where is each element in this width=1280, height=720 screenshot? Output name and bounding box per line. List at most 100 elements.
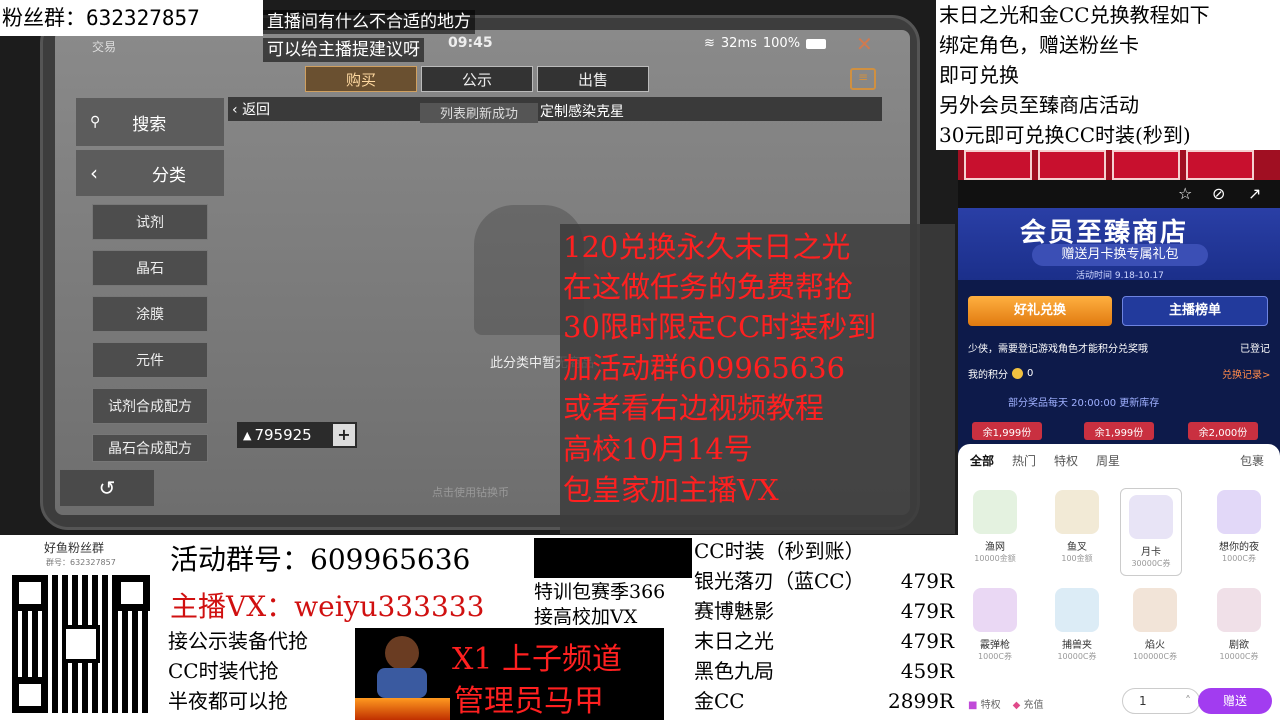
add-currency-button[interactable]: + xyxy=(333,424,355,446)
fan-group-label: 粉丝群：632327857 xyxy=(0,0,263,36)
promo-line: 120兑换永久末日之光 xyxy=(563,230,851,264)
shelf-box xyxy=(964,150,1032,180)
qr-title: 好鱼粉丝群 xyxy=(44,541,105,555)
filter-all[interactable]: 全部 xyxy=(970,452,994,469)
privilege-icon: ■ xyxy=(968,700,981,711)
gift-bottom-left: ■ 特权 ◆ 充值 xyxy=(968,696,1044,711)
chevron-left-icon: ‹ xyxy=(232,102,243,118)
bag-link[interactable]: 包裹 xyxy=(1240,452,1264,469)
tab-announce[interactable]: 公示 xyxy=(421,66,533,92)
gift-item[interactable]: 剧欲 10000C券 xyxy=(1208,588,1270,662)
tutorial-line: 绑定角色，赠送粉丝卡 xyxy=(939,33,1139,57)
price-item-name: 银光落刃（蓝CC） xyxy=(694,569,865,593)
tab-buy[interactable]: 购买 xyxy=(305,66,417,92)
character-icon xyxy=(1217,588,1261,632)
category-item[interactable]: 试剂合成配方 xyxy=(92,388,208,424)
trap-icon xyxy=(1055,588,1099,632)
category-item[interactable]: 元件 xyxy=(92,342,208,378)
shelf-box xyxy=(1038,150,1106,180)
status-bar: ≋ 32ms 100% xyxy=(704,36,827,51)
service-line: 半夜都可以抢 xyxy=(168,689,288,713)
return-icon[interactable]: ↺ xyxy=(60,470,154,506)
gift-panel xyxy=(958,444,1280,720)
close-icon[interactable]: ✕ xyxy=(856,32,873,56)
gift-send-button[interactable]: 赠送 xyxy=(1198,688,1272,714)
star-icon[interactable]: ☆ xyxy=(1178,184,1192,203)
points-value: 0 xyxy=(1027,368,1034,379)
block-icon[interactable]: ⊘ xyxy=(1212,184,1225,203)
diamond-icon: ◆ xyxy=(1012,700,1024,711)
month-card-icon xyxy=(1129,495,1173,539)
price-item-value: 459R xyxy=(900,659,954,683)
mascot-avatar xyxy=(355,628,450,720)
footer-hint: 点击使用钻换币 xyxy=(432,486,509,499)
share-icon[interactable]: ↗ xyxy=(1248,184,1261,203)
gift-item[interactable]: 捕兽夹 10000C券 xyxy=(1046,588,1108,662)
tab-exchange[interactable]: 好礼兑换 xyxy=(968,296,1112,326)
restock-notice: 部分奖品每天 20:00:00 更新库存 xyxy=(1008,398,1160,409)
gift-item-selected[interactable]: 月卡 30000C券 xyxy=(1120,488,1182,576)
category-header[interactable]: ‹ 分类 xyxy=(76,150,224,196)
filter-privilege[interactable]: 特权 xyxy=(1054,452,1078,469)
category-item[interactable]: 晶石合成配方 xyxy=(92,434,208,462)
game-stream: 交易 09:45 ≋ 32ms 100% ✕ 购买 公示 出售 ≡ ⚲ 搜索 ‹… xyxy=(0,0,960,540)
clock: 09:45 xyxy=(448,35,493,51)
filter-weekly-star[interactable]: 周星 xyxy=(1096,452,1120,469)
video-controls: ☆ ⊘ ↗ xyxy=(958,180,1280,208)
category-item[interactable]: 晶石 xyxy=(92,250,208,286)
back-button[interactable]: ‹ 返回 xyxy=(232,99,270,119)
gift-item[interactable]: 渔网 10000金额 xyxy=(964,490,1026,564)
service-line: 接公示装备代抢 xyxy=(168,629,308,653)
quantity-input[interactable]: 1 ˄ xyxy=(1122,688,1200,714)
price-item-value: 479R xyxy=(900,599,954,623)
points-label: 我的积分 xyxy=(968,370,1008,381)
exchange-records-link[interactable]: 兑换记录> xyxy=(1222,366,1270,381)
price-item-value: 479R xyxy=(900,629,954,653)
channel-box: X1 上子频道 管理员马甲 xyxy=(450,628,664,720)
trade-tabs: 购买 公示 出售 xyxy=(305,66,649,92)
shotgun-icon xyxy=(973,588,1017,632)
gift-item[interactable]: 焰火 100000C券 xyxy=(1124,588,1186,662)
promo-line: 高校10月14号 xyxy=(563,432,753,466)
recharge-link[interactable]: ◆ 充值 xyxy=(1013,696,1044,711)
wifi-icon: ≋ xyxy=(704,36,715,51)
price-item-name: 黑色九局 xyxy=(694,659,774,683)
records-icon[interactable]: ≡ xyxy=(850,68,876,90)
black-block xyxy=(534,538,692,578)
privilege-link[interactable]: ■ 特权 xyxy=(968,696,1001,711)
search-label: 搜索 xyxy=(132,114,167,135)
price-item-value: 479R xyxy=(900,569,954,593)
shelf-box xyxy=(1112,150,1180,180)
event-period: 活动时间 9.18-10.17 xyxy=(1076,271,1164,281)
category-item[interactable]: 试剂 xyxy=(92,204,208,240)
search-button[interactable]: ⚲ 搜索 xyxy=(76,98,224,146)
net-icon xyxy=(973,490,1017,534)
gift-filters: 全部 热门 特权 周星 xyxy=(970,452,1120,469)
coin-icon xyxy=(1012,368,1023,379)
register-notice: 少侠，需要登记游戏角色才能积分兑奖哦 xyxy=(968,344,1148,355)
suggestion-line: 直播间有什么不合适的地方 xyxy=(263,10,475,34)
chevron-up-icon[interactable]: ˄ xyxy=(1185,689,1191,713)
shelf-box xyxy=(1186,150,1254,180)
tab-ranking[interactable]: 主播榜单 xyxy=(1122,296,1268,326)
gift-item[interactable]: 霰弹枪 1000C券 xyxy=(964,588,1026,662)
search-icon: ⚲ xyxy=(90,114,101,130)
price-title: CC时装（秒到账） xyxy=(694,539,865,563)
promo-line: 或者看右边视频教程 xyxy=(563,391,825,425)
currency-amount: 795925 xyxy=(254,426,312,444)
flame-icon xyxy=(355,698,450,720)
suggestion-line: 可以给主播提建议呀 xyxy=(263,38,424,62)
gift-item[interactable]: 鱼叉 100金额 xyxy=(1046,490,1108,564)
category-item[interactable]: 涂膜 xyxy=(92,296,208,332)
network-latency: 32ms xyxy=(720,36,757,51)
avatar-body xyxy=(377,668,427,698)
channel-line: 管理员马甲 xyxy=(454,684,604,719)
fireworks-icon xyxy=(1133,588,1177,632)
training-line: 特训包赛季366 xyxy=(534,581,666,603)
activity-group: 活动群号：609965636 xyxy=(170,543,471,576)
tab-sell[interactable]: 出售 xyxy=(537,66,649,92)
promo-line: 在这做任务的免费帮抢 xyxy=(563,270,854,304)
gift-item[interactable]: 想你的夜 1000C券 xyxy=(1208,490,1270,564)
chevron-left-icon: ‹ xyxy=(90,161,98,185)
filter-hot[interactable]: 热门 xyxy=(1012,452,1036,469)
